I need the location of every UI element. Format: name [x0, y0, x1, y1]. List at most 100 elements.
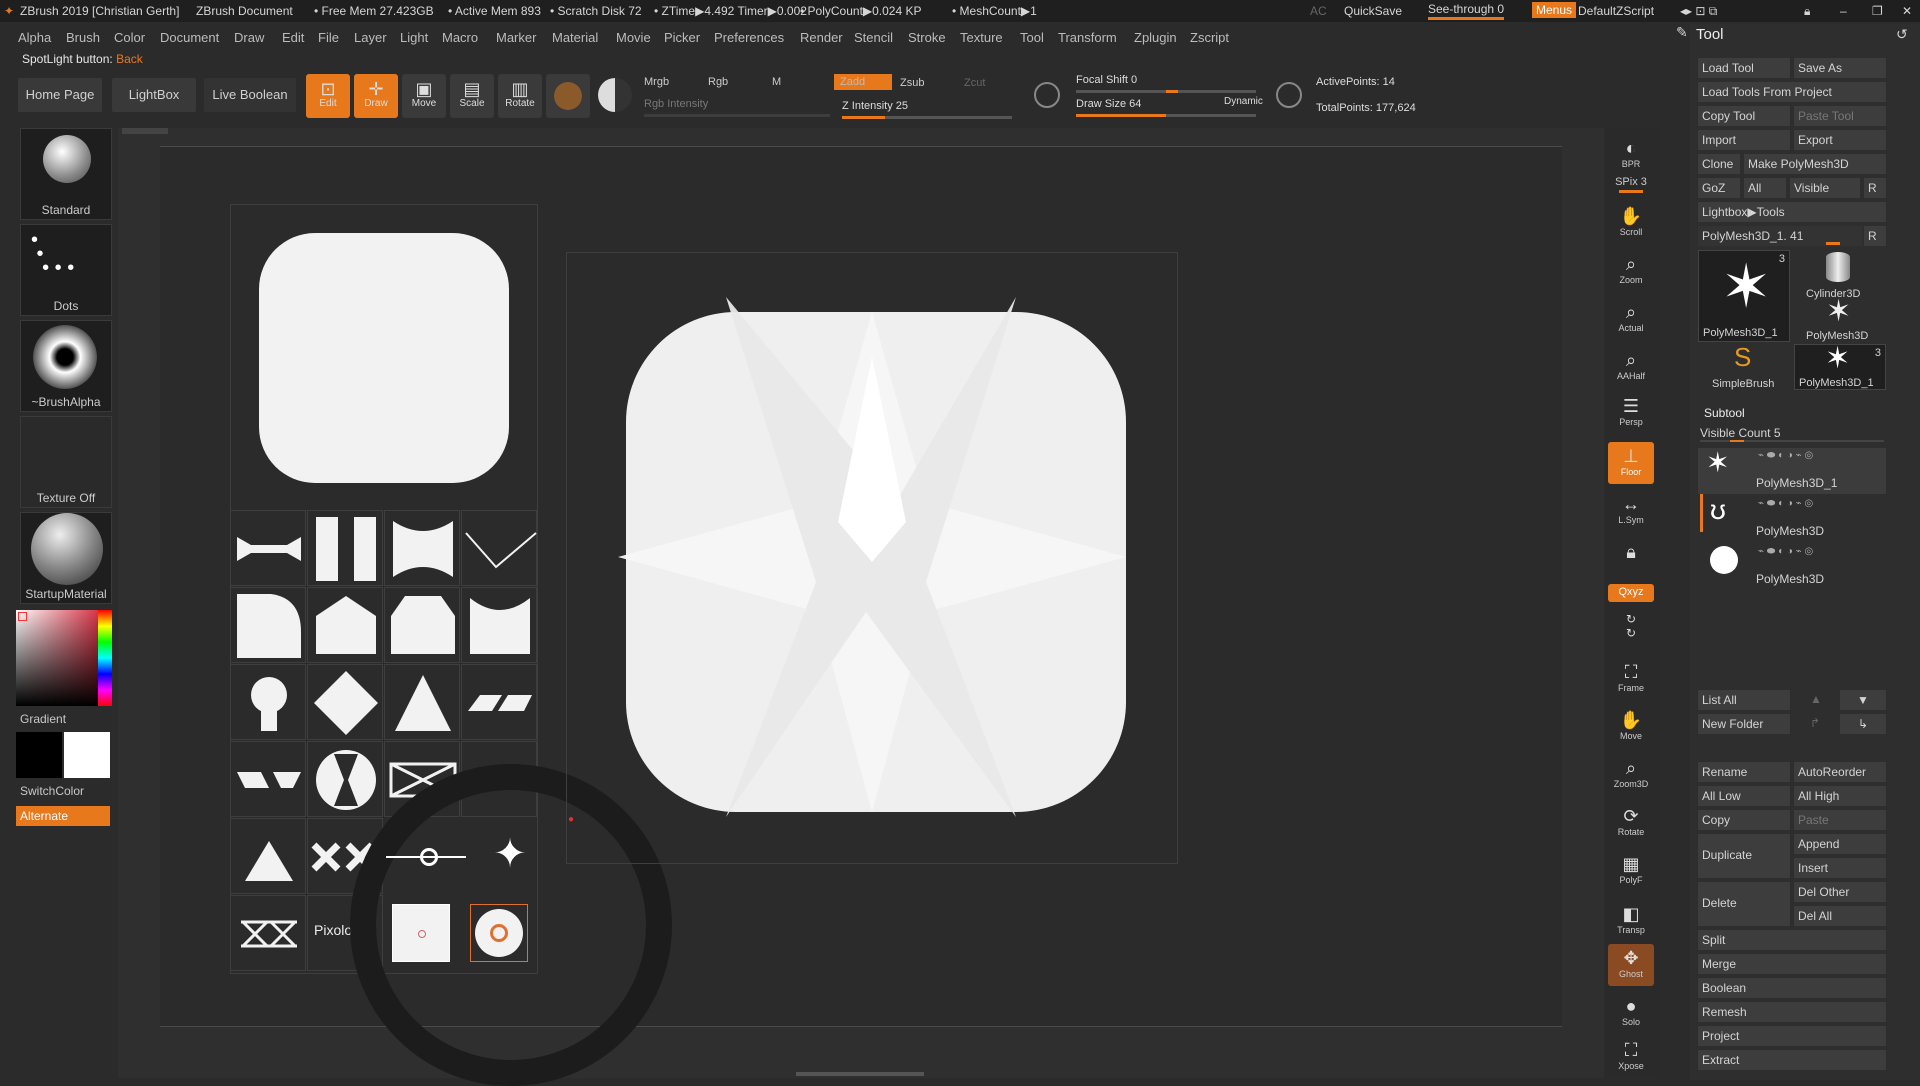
- tool-thumb-cylinder3d[interactable]: Cylinder3D: [1794, 250, 1886, 300]
- see-through-slider[interactable]: See-through 0: [1428, 2, 1505, 20]
- visibility-toggles[interactable]: ⌁ ⬬ ◐ ◑ ⌁ ◎: [1758, 546, 1813, 557]
- shape-triangle[interactable]: [384, 664, 460, 740]
- alpha-thumbnail[interactable]: ~BrushAlpha: [20, 320, 112, 412]
- zsub-button[interactable]: Zsub: [900, 77, 924, 89]
- delete-button[interactable]: Delete: [1698, 882, 1790, 926]
- switch-color-button[interactable]: SwitchColor: [20, 784, 84, 798]
- home-page-button[interactable]: Home Page: [18, 78, 102, 112]
- close-icon[interactable]: ✕: [1902, 4, 1912, 18]
- tool-thumb-simplebrush[interactable]: S SimpleBrush: [1698, 342, 1790, 390]
- texture-thumbnail[interactable]: Texture Off: [20, 416, 112, 508]
- project-button[interactable]: Project: [1698, 1026, 1886, 1046]
- default-zscript[interactable]: DefaultZScript: [1578, 4, 1654, 18]
- dial-slider-knob[interactable]: [420, 848, 438, 866]
- insert-button[interactable]: Insert: [1794, 858, 1886, 878]
- shape-circle-cross[interactable]: [307, 741, 383, 817]
- menu-macro[interactable]: Macro: [442, 30, 478, 45]
- load-tool-button[interactable]: Load Tool: [1698, 58, 1790, 78]
- local-lock-button[interactable]: 🔒︎: [1608, 538, 1654, 572]
- lightbox-tools-button[interactable]: Lightbox▶Tools: [1698, 202, 1886, 222]
- quicksave-button[interactable]: QuickSave: [1344, 4, 1402, 18]
- menu-stencil[interactable]: Stencil: [854, 30, 893, 45]
- scroll-button[interactable]: ✋ Scroll: [1608, 202, 1654, 244]
- shape-bowtie[interactable]: [230, 510, 306, 586]
- menu-material[interactable]: Material: [552, 30, 598, 45]
- menu-transform[interactable]: Transform: [1058, 30, 1117, 45]
- canvas-scroll-tab[interactable]: [122, 128, 168, 134]
- shape-octagon[interactable]: [384, 587, 460, 663]
- hue-strip[interactable]: [98, 610, 112, 706]
- shape-bars[interactable]: [307, 510, 383, 586]
- menus-button[interactable]: Menus: [1532, 2, 1577, 18]
- shape-x-frame[interactable]: [230, 895, 306, 971]
- lightbox-button[interactable]: LightBox: [112, 78, 196, 112]
- material-thumbnail[interactable]: StartupMaterial: [20, 512, 112, 604]
- save-as-button[interactable]: Save As: [1794, 58, 1886, 78]
- xyz-button[interactable]: Qxyz: [1608, 584, 1654, 602]
- visible-count-slider[interactable]: Visible Count 5: [1698, 424, 1886, 442]
- zoom-button[interactable]: ⌕ Zoom: [1608, 250, 1654, 292]
- split-button[interactable]: Split: [1698, 930, 1886, 950]
- menu-zplugin[interactable]: Zplugin: [1134, 30, 1177, 45]
- spix-slider[interactable]: SPix 3: [1608, 176, 1654, 200]
- focal-shift-track[interactable]: [1076, 90, 1256, 93]
- goz-button[interactable]: GoZ: [1698, 178, 1740, 198]
- subtool-title[interactable]: Subtool: [1704, 406, 1745, 420]
- rename-button[interactable]: Rename: [1698, 762, 1790, 782]
- secondary-color-swatch[interactable]: [64, 732, 110, 778]
- visibility-toggles[interactable]: ⌁ ⬬ ◐ ◑ ⌁ ◎: [1758, 498, 1813, 509]
- lazy-mouse-icon[interactable]: [1034, 82, 1060, 108]
- panel-collapse-icon[interactable]: ↺: [1896, 26, 1908, 43]
- brush-thumbnail[interactable]: Standard: [20, 128, 112, 220]
- tool-thumb-polymesh3d-1-b[interactable]: ✶ 3 PolyMesh3D_1: [1794, 342, 1886, 390]
- zoom3d-button[interactable]: ⌕ Zoom3D: [1608, 754, 1654, 796]
- minimize-icon[interactable]: –: [1840, 4, 1847, 18]
- shape-house[interactable]: [307, 587, 383, 663]
- export-button[interactable]: Export: [1794, 130, 1886, 150]
- extract-button[interactable]: Extract: [1698, 1050, 1886, 1070]
- menu-alpha[interactable]: Alpha: [18, 30, 51, 45]
- draw-size-track[interactable]: [1076, 114, 1256, 117]
- spotlight-dial-widgets[interactable]: ✦: [386, 820, 536, 970]
- bottom-scroll-handle[interactable]: [796, 1072, 924, 1076]
- lsym-button[interactable]: ↔ L.Sym: [1608, 490, 1654, 532]
- copy-tool-button[interactable]: Copy Tool: [1698, 106, 1790, 126]
- xpose-button[interactable]: ⛶ Xpose: [1608, 1036, 1654, 1078]
- rotate-view-button[interactable]: ⟳ Rotate: [1608, 802, 1654, 844]
- del-all-button[interactable]: Del All: [1794, 906, 1886, 926]
- all-low-button[interactable]: All Low: [1698, 786, 1790, 806]
- shape-hourglass[interactable]: [384, 510, 460, 586]
- load-tools-from-project-button[interactable]: Load Tools From Project: [1698, 82, 1886, 102]
- menu-brush[interactable]: Brush: [66, 30, 100, 45]
- shape-trapezoids[interactable]: [461, 664, 537, 740]
- menu-texture[interactable]: Texture: [960, 30, 1003, 45]
- shape-inverted-trapezoids[interactable]: [230, 741, 306, 817]
- rounded-square-preview[interactable]: [259, 233, 509, 483]
- aahalf-button[interactable]: ⌕ AAHalf: [1608, 346, 1654, 388]
- menu-file[interactable]: File: [318, 30, 339, 45]
- spotlight-square-tile[interactable]: [392, 904, 450, 962]
- paste-tool-button[interactable]: Paste Tool: [1794, 106, 1886, 126]
- gradient-label[interactable]: Gradient: [20, 712, 66, 726]
- move-mode-button[interactable]: ▣ Move: [402, 74, 446, 118]
- star-on-rounded-square[interactable]: [566, 252, 1178, 864]
- alternate-button[interactable]: Alternate: [16, 806, 110, 826]
- remesh-button[interactable]: Remesh: [1698, 1002, 1886, 1022]
- draw-mode-button[interactable]: ✛ Draw: [354, 74, 398, 118]
- append-button[interactable]: Append: [1794, 834, 1886, 854]
- rotate-mode-button[interactable]: ▥ Rotate: [498, 74, 542, 118]
- boolean-button[interactable]: Boolean: [1698, 978, 1886, 998]
- focal-shift-slider[interactable]: Focal Shift 0: [1076, 74, 1137, 86]
- draw-size-slider[interactable]: Draw Size 64: [1076, 98, 1141, 110]
- zadd-button[interactable]: Zadd: [834, 74, 892, 90]
- rgb-button[interactable]: Rgb: [708, 76, 728, 88]
- spotlight-target-tile[interactable]: [470, 904, 528, 962]
- shape-notch[interactable]: [461, 587, 537, 663]
- subtool-item[interactable]: ✶ ⌁ ⬬ ◐ ◑ ⌁ ◎ PolyMesh3D_1: [1698, 447, 1886, 494]
- duplicate-button[interactable]: Duplicate: [1698, 834, 1790, 878]
- layout-icons[interactable]: ◂▸ ⊡ ⧉: [1680, 4, 1717, 19]
- tool-thumb-polymesh3d[interactable]: ✶ PolyMesh3D: [1794, 295, 1886, 342]
- current-tool-r-button[interactable]: R: [1864, 226, 1886, 246]
- menu-layer[interactable]: Layer: [354, 30, 387, 45]
- menu-draw[interactable]: Draw: [234, 30, 264, 45]
